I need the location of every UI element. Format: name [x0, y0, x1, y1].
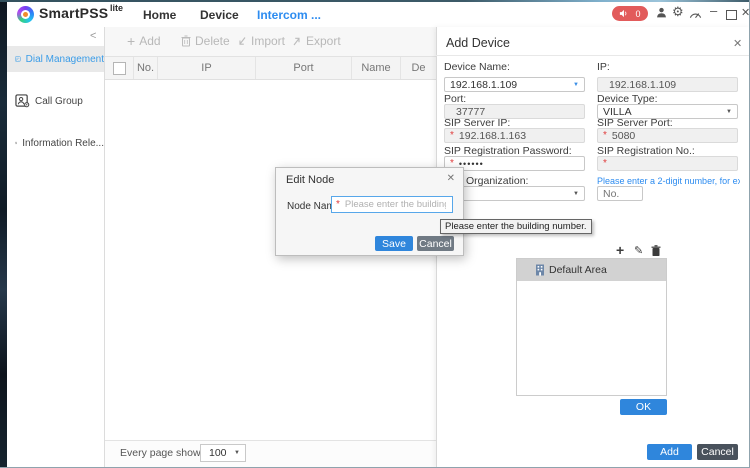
settings-gear-icon[interactable]: ⚙ — [672, 5, 684, 19]
add-button[interactable]: Add — [647, 444, 692, 460]
node-name-input[interactable] — [343, 198, 448, 211]
chevron-down-icon: ▼ — [573, 191, 579, 197]
device-name-label: Device Name: — [444, 61, 510, 73]
device-table-header: No. IP Port Name De — [105, 57, 436, 80]
desktop-background-strip — [0, 0, 7, 468]
trash-icon — [181, 35, 191, 47]
number-format-hint: Please enter a 2-digit number, for exam.… — [597, 176, 740, 186]
smartpss-logo-icon — [17, 6, 34, 23]
no-input[interactable] — [597, 186, 643, 201]
sidebar-item-call-group[interactable]: Call Group — [7, 88, 104, 114]
cancel-button[interactable]: Cancel — [697, 444, 738, 460]
required-asterisk: * — [603, 131, 607, 141]
page-size-value: 100 — [209, 447, 227, 459]
sidebar-item-label: Information Rele... — [22, 138, 104, 149]
col-ip: IP — [158, 57, 256, 79]
tab-intercom[interactable]: Intercom ... — [257, 8, 321, 22]
col-port: Port — [256, 57, 352, 79]
device-name-select[interactable]: 192.168.1.109 ▼ — [444, 77, 585, 92]
chevron-down-icon: ▼ — [726, 109, 732, 115]
maximize-button[interactable] — [726, 10, 737, 20]
sidebar-item-dial-management[interactable]: Dial Management — [7, 46, 104, 72]
close-window-button[interactable]: ✕ — [741, 6, 750, 20]
port-value: 37777 — [456, 106, 485, 118]
panel-close-icon[interactable]: ✕ — [733, 37, 742, 50]
tab-device[interactable]: Device — [200, 8, 239, 22]
sip-server-port-field: * 5080 — [597, 128, 738, 143]
plus-icon: + — [127, 34, 135, 48]
node-name-input-wrap: * — [331, 196, 453, 213]
dialog-cancel-button[interactable]: Cancel — [417, 236, 454, 251]
import-toolbar-button[interactable]: Import — [237, 34, 285, 48]
minimize-button[interactable]: – — [710, 4, 717, 18]
sidebar-collapse-button[interactable]: < — [90, 30, 96, 42]
device-table-body-empty — [105, 80, 436, 440]
select-all-checkbox[interactable] — [113, 62, 126, 75]
sip-password-input[interactable]: * •••••• — [444, 156, 585, 171]
page-size-select[interactable]: 100 ▼ — [200, 444, 246, 462]
sip-server-ip-field: * 192.168.1.163 — [444, 128, 585, 143]
speaker-icon — [619, 9, 628, 18]
sidebar-item-label: Call Group — [35, 96, 83, 107]
export-toolbar-button[interactable]: Export — [292, 34, 341, 48]
panel-title: Add Device — [446, 36, 510, 50]
sip-no-field: * — [597, 156, 738, 171]
dial-management-icon — [15, 52, 21, 66]
ip-field: 192.168.1.109 — [597, 77, 738, 92]
col-name: Name — [352, 57, 401, 79]
app-name: SmartPSS — [39, 5, 108, 21]
sip-server-ip-value: 192.168.1.163 — [459, 130, 526, 142]
tree-edit-pencil-icon[interactable]: ✎ — [634, 244, 643, 257]
sip-server-port-value: 5080 — [612, 130, 635, 142]
add-device-toolbar-button[interactable]: + Add — [127, 34, 161, 48]
device-type-value: VILLA — [603, 106, 632, 118]
chevron-down-icon: ▼ — [234, 450, 240, 456]
add-device-panel — [436, 27, 750, 468]
required-asterisk: * — [603, 159, 607, 169]
required-asterisk: * — [336, 199, 340, 210]
alarm-notification-badge[interactable]: 0 — [612, 6, 648, 21]
import-icon — [237, 36, 247, 47]
app-name-suffix: lite — [110, 3, 123, 13]
delete-toolbar-button[interactable]: Delete — [181, 34, 230, 48]
panel-divider — [436, 55, 750, 56]
export-icon — [292, 36, 302, 47]
call-group-icon — [15, 94, 30, 108]
tooltip: Please enter the building number. — [440, 219, 592, 234]
page-size-label: Every page shows — [120, 447, 206, 459]
select-all-cell — [105, 57, 134, 79]
device-name-value: 192.168.1.109 — [450, 79, 517, 91]
ip-label: IP: — [597, 61, 610, 73]
dialog-close-icon[interactable]: ✕ — [447, 173, 455, 184]
tree-add-icon[interactable]: + — [616, 242, 624, 258]
add-label: Add — [139, 34, 160, 48]
building-icon — [535, 264, 545, 276]
notification-count: 0 — [635, 9, 640, 19]
dialog-title: Edit Node — [286, 174, 334, 186]
tree-node-label: Default Area — [549, 264, 607, 276]
ok-button[interactable]: OK — [620, 399, 667, 415]
save-button[interactable]: Save — [375, 236, 413, 251]
delete-label: Delete — [195, 34, 230, 48]
col-no: No. — [134, 57, 158, 79]
ip-value: 192.168.1.109 — [609, 79, 676, 91]
sidebar-item-label: Dial Management — [26, 54, 104, 65]
col-desc: De — [401, 57, 436, 79]
information-release-icon — [15, 136, 17, 150]
sidebar-item-information-release[interactable]: Information Rele... — [7, 130, 104, 156]
performance-gauge-icon[interactable] — [689, 8, 702, 22]
title-bar: SmartPSS lite Home Device Intercom ... 0… — [7, 2, 750, 28]
tab-home[interactable]: Home — [143, 8, 176, 22]
user-icon[interactable] — [655, 6, 668, 22]
smartpss-window: SmartPSS lite Home Device Intercom ... 0… — [0, 0, 750, 468]
organization-select[interactable]: ▼ — [444, 186, 585, 201]
tree-node-default-area[interactable]: Default Area — [517, 259, 666, 281]
export-label: Export — [306, 34, 341, 48]
required-asterisk: * — [450, 131, 454, 141]
import-label: Import — [251, 34, 285, 48]
chevron-down-icon: ▼ — [573, 82, 579, 88]
